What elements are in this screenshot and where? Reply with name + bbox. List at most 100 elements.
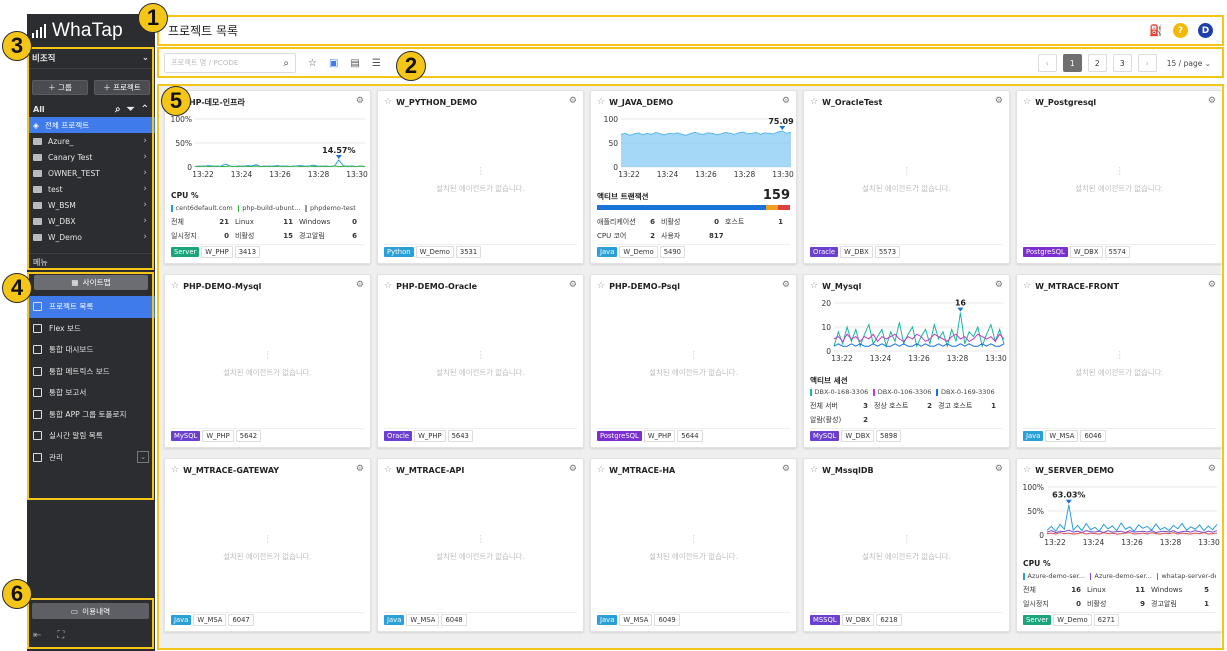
star-icon[interactable]: ☆ (810, 97, 818, 107)
add-group-button[interactable]: ＋ 그룹 (32, 80, 88, 95)
project-name[interactable]: W_MTRACE-API (396, 466, 464, 475)
per-page-select[interactable]: 15 / page ⌄ (1167, 59, 1211, 68)
project-card[interactable]: ☆ W_MssqlDB ⚙ ⫶ 설치된 에이전트가 없습니다. MSSQL W_DBX 621… (803, 458, 1010, 632)
project-card[interactable]: ☆ W_SERVER_DEMO ⚙ Server W_Demo 6271 100% 50% 0 1… (1016, 458, 1223, 632)
project-card[interactable]: ☆ W_MTRACE-FRONT ⚙ ⫶ 설치된 에이전트가 없습니다. Java W_MS… (1016, 274, 1223, 448)
star-icon[interactable]: ☆ (171, 465, 179, 475)
project-card[interactable]: ☆ W_Mysql ⚙ MySQL W_DBX 5898 20 10 0 13:22 13:24 13… (803, 274, 1010, 448)
prev-page-button[interactable]: ‹ (1037, 54, 1057, 72)
page-button[interactable]: 2 (1087, 54, 1107, 72)
project-name[interactable]: PHP-DEMO-Psql (609, 282, 680, 291)
star-icon[interactable]: ☆ (384, 465, 392, 475)
gear-icon[interactable]: ⚙ (569, 280, 577, 290)
page-button[interactable]: 1 (1062, 54, 1082, 72)
project-card[interactable]: ☆ W_MTRACE-GATEWAY ⚙ ⫶ 설치된 에이전트가 없습니다. Java W_… (164, 458, 371, 632)
project-card[interactable]: ☆PHP-데모-인프라⚙ServerW_PHP3413100%50%013:22… (164, 90, 371, 264)
project-name[interactable]: PHP-DEMO-Mysql (183, 282, 261, 291)
menu-item[interactable]: 통합 APP 그룹 토폴로지 (27, 404, 155, 426)
project-name[interactable]: W_Mysql (822, 282, 861, 291)
chart-view-icon[interactable]: ▣ (329, 58, 338, 69)
menu-item[interactable]: 실시간 알림 목록 (27, 425, 155, 447)
project-card[interactable]: ☆ W_Postgresql ⚙ ⫶ 설치된 에이전트가 없습니다. PostgreSQL… (1016, 90, 1223, 264)
gear-icon[interactable]: ⚙ (995, 96, 1003, 106)
org-selector[interactable]: 비조직 ⌄ (27, 47, 155, 69)
menu-item[interactable]: 통합 메트릭스 보드 (27, 361, 155, 383)
gear-icon[interactable]: ⚙ (1208, 280, 1216, 290)
project-card[interactable]: ☆ W_OracleTest ⚙ ⫶ 설치된 에이전트가 없습니다. Oracle W_DB… (803, 90, 1010, 264)
search-input[interactable]: 프로젝트 명 / PCODE ⌕ (164, 53, 296, 73)
project-tree-item[interactable]: Azure_ › (27, 133, 155, 149)
project-name[interactable]: W_MTRACE-GATEWAY (183, 466, 279, 475)
next-page-button[interactable]: › (1137, 54, 1157, 72)
star-icon[interactable]: ☆ (1023, 281, 1031, 291)
menu-item[interactable]: 관리 ⌄ (27, 447, 155, 469)
gear-icon[interactable]: ⚙ (1208, 96, 1216, 106)
project-card[interactable]: ☆ PHP-DEMO-Psql ⚙ ⫶ 설치된 에이전트가 없습니다. PostgreSQ… (590, 274, 797, 448)
help-icon[interactable]: ? (1173, 23, 1188, 38)
filter-icon[interactable]: ⏷ (127, 104, 135, 115)
project-name[interactable]: W_MTRACE-FRONT (1035, 282, 1119, 291)
whatap-logo[interactable]: WhaTap (27, 14, 155, 47)
expand-icon[interactable]: ⌄ (137, 451, 149, 464)
project-card[interactable]: ☆ PHP-DEMO-Mysql ⚙ ⫶ 설치된 에이전트가 없습니다. MySQL W_P… (164, 274, 371, 448)
star-icon[interactable]: ☆ (1023, 465, 1031, 475)
gear-icon[interactable]: ⚙ (995, 464, 1003, 474)
avatar[interactable]: D (1198, 23, 1213, 38)
project-card[interactable]: ☆ W_MTRACE-API ⚙ ⫶ 설치된 에이전트가 없습니다. Java W_MSA 6… (377, 458, 584, 632)
project-name[interactable]: PHP-데모-인프라 (183, 97, 245, 108)
gear-icon[interactable]: ⚙ (782, 464, 790, 474)
gear-icon[interactable]: ⚙ (1208, 464, 1216, 474)
gear-icon[interactable]: ⚙ (782, 96, 790, 106)
star-icon[interactable]: ☆ (1023, 97, 1031, 107)
gear-icon[interactable]: ⚙ (356, 464, 364, 474)
menu-item[interactable]: Flex 보드 (27, 318, 155, 340)
paint-bucket-icon[interactable]: ⛽ (1149, 24, 1163, 37)
gear-icon[interactable]: ⚙ (356, 96, 364, 106)
star-icon[interactable]: ☆ (384, 281, 392, 291)
project-name[interactable]: W_JAVA_DEMO (609, 98, 673, 107)
project-tree-item[interactable]: Canary Test › (27, 149, 155, 165)
page-button[interactable]: 3 (1112, 54, 1132, 72)
add-project-button[interactable]: ＋ 프로젝트 (94, 80, 150, 95)
project-name[interactable]: W_MssqlDB (822, 466, 874, 475)
project-card[interactable]: ☆ PHP-DEMO-Oracle ⚙ ⫶ 설치된 에이전트가 없습니다. Oracle W… (377, 274, 584, 448)
project-name[interactable]: W_SERVER_DEMO (1035, 466, 1114, 475)
project-tree-item[interactable]: OWNER_TEST › (27, 165, 155, 181)
star-icon[interactable]: ☆ (810, 465, 818, 475)
gear-icon[interactable]: ⚙ (995, 280, 1003, 290)
project-name[interactable]: W_Postgresql (1035, 98, 1096, 107)
card-view-icon[interactable]: ▤ (350, 58, 359, 69)
favorite-star-icon[interactable]: ☆ (308, 58, 317, 69)
star-icon[interactable]: ☆ (384, 97, 392, 107)
gear-icon[interactable]: ⚙ (356, 280, 364, 290)
menu-item[interactable]: 통합 보고서 (27, 382, 155, 404)
project-tree-item[interactable]: ◈ 전체 프로젝트 (27, 117, 155, 133)
project-tree-item[interactable]: W_Demo › (27, 229, 155, 245)
fullscreen-icon[interactable]: ⛶ (57, 630, 64, 641)
project-name[interactable]: W_PYTHON_DEMO (396, 98, 477, 107)
project-tree-item[interactable]: W_DBX › (27, 213, 155, 229)
project-card[interactable]: ☆ W_JAVA_DEMO ⚙ Java W_Demo 5490 100 50 0 13:22 13… (590, 90, 797, 264)
gear-icon[interactable]: ⚙ (569, 464, 577, 474)
star-icon[interactable]: ☆ (597, 465, 605, 475)
project-name[interactable]: PHP-DEMO-Oracle (396, 282, 477, 291)
project-card[interactable]: ☆ W_PYTHON_DEMO ⚙ ⫶ 설치된 에이전트가 없습니다. Python W_D… (377, 90, 584, 264)
search-icon[interactable]: ⌕ (115, 104, 121, 115)
sitemap-button[interactable]: ▦ 사이트맵 (34, 275, 148, 290)
project-name[interactable]: W_OracleTest (822, 98, 882, 107)
collapse-sidebar-icon[interactable]: ⇤ (33, 630, 41, 641)
gear-icon[interactable]: ⚙ (569, 96, 577, 106)
star-icon[interactable]: ☆ (171, 281, 179, 291)
star-icon[interactable]: ☆ (597, 281, 605, 291)
star-icon[interactable]: ☆ (810, 281, 818, 291)
list-view-icon[interactable]: ☰ (372, 58, 381, 69)
usage-button[interactable]: ▭ 이용내역 (32, 603, 149, 619)
project-tree-item[interactable]: W_BSM › (27, 197, 155, 213)
menu-item[interactable]: 프로젝트 목록 (27, 296, 155, 318)
project-tree-item[interactable]: test › (27, 181, 155, 197)
chevron-up-icon[interactable]: ⌃ (141, 104, 149, 115)
star-icon[interactable]: ☆ (597, 97, 605, 107)
gear-icon[interactable]: ⚙ (782, 280, 790, 290)
menu-item[interactable]: 통합 대시보드 (27, 339, 155, 361)
project-card[interactable]: ☆ W_MTRACE-HA ⚙ ⫶ 설치된 에이전트가 없습니다. Java W_MSA 60… (590, 458, 797, 632)
